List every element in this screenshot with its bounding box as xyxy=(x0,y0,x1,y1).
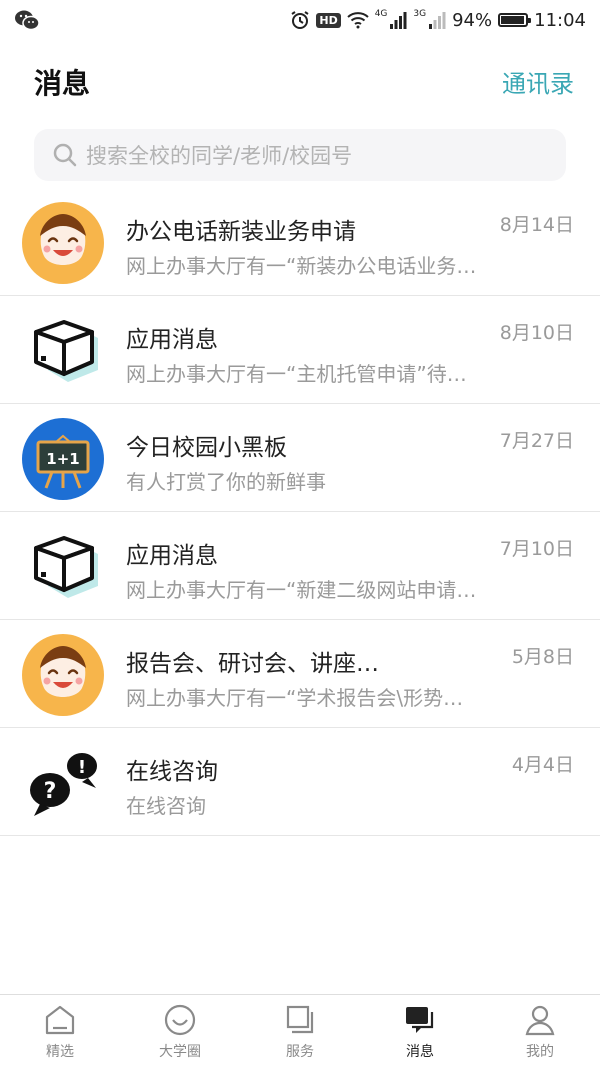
home-icon xyxy=(43,1003,77,1037)
nav-tab-message[interactable]: 消息 xyxy=(360,995,480,1067)
nav-tab-home[interactable]: 精选 xyxy=(0,995,120,1067)
network-type-4g: 4G xyxy=(374,9,388,19)
smiley-face-icon xyxy=(22,634,104,716)
message-item[interactable]: 报告会、研讨会、讲座… 网上办事大厅有一“学术报告会\形势报告会” 5月8日 xyxy=(0,620,600,728)
message-preview: 网上办事大厅有一“学术报告会\形势报告会” xyxy=(126,686,481,710)
battery-percent: 94% xyxy=(452,9,493,31)
nav-label: 我的 xyxy=(526,1044,554,1060)
wifi-icon xyxy=(347,12,369,29)
smile-circle-icon xyxy=(163,1003,197,1037)
bottom-nav: 精选 大学圈 服务 消息 我的 xyxy=(0,994,600,1067)
nav-label: 服务 xyxy=(286,1044,314,1060)
message-title: 办公电话新装业务申请 xyxy=(126,219,356,245)
smiley-face-icon xyxy=(22,202,104,284)
layers-icon xyxy=(283,1003,317,1037)
message-item[interactable]: 应用消息网上办事大厅有一“新建二级网站申请”待办 7月10日 xyxy=(0,512,600,620)
message-date: 8月14日 xyxy=(499,214,574,236)
status-bar: HD 4G 3G 94% 11:04 xyxy=(0,0,600,40)
network-type-3g: 3G xyxy=(413,9,427,19)
message-title: 应用消息 xyxy=(126,543,218,569)
page-title: 消息 xyxy=(34,67,91,100)
svg-text:1+1: 1+1 xyxy=(46,450,79,468)
message-item[interactable]: 应用消息网上办事大厅有一“主机托管申请”待办事项 8月10日 xyxy=(0,296,600,404)
battery-icon xyxy=(498,13,532,27)
message-item[interactable]: 办公电话新装业务申请网上办事大厅有一“新装办公电话业务申请” 8月14日 xyxy=(0,188,600,296)
alarm-icon xyxy=(291,11,309,29)
message-preview: 网上办事大厅有一“新建二级网站申请”待办 xyxy=(126,578,481,602)
contacts-link[interactable]: 通讯录 xyxy=(502,64,574,99)
svg-text:!: ! xyxy=(78,757,86,778)
blackboard-icon: 1+1 xyxy=(22,418,104,500)
battery-fill xyxy=(501,16,524,24)
message-date: 8月10日 xyxy=(499,322,574,344)
signal-icon-2 xyxy=(429,12,446,29)
signal-icon xyxy=(390,12,407,29)
message-title: 报告会、研讨会、讲座… xyxy=(126,651,379,677)
message-preview: 有人打赏了你的新鲜事 xyxy=(126,470,326,494)
header: 消息 通讯录 xyxy=(0,40,600,124)
nav-tab-person[interactable]: 我的 xyxy=(480,995,600,1067)
message-title: 在线咨询 xyxy=(126,759,218,785)
search-input[interactable] xyxy=(84,135,558,177)
nav-tab-smile-circle[interactable]: 大学圈 xyxy=(120,995,240,1067)
nav-label: 大学圈 xyxy=(159,1044,201,1060)
nav-label: 精选 xyxy=(46,1044,74,1060)
chat-bubbles-icon: ? ! xyxy=(22,742,104,824)
search-icon xyxy=(53,143,77,167)
message-item[interactable]: ? ! 在线咨询 在线咨询 4月4日 xyxy=(0,728,600,836)
hd-badge: HD xyxy=(316,12,341,28)
message-preview: 网上办事大厅有一“新装办公电话业务申请” xyxy=(126,254,481,278)
message-date: 4月4日 xyxy=(511,754,574,776)
message-title: 应用消息 xyxy=(126,327,218,353)
message-preview: 网上办事大厅有一“主机托管申请”待办事项 xyxy=(126,362,481,386)
message-date: 7月27日 xyxy=(499,430,574,452)
wechat-icon xyxy=(15,10,40,31)
message-list: 办公电话新装业务申请网上办事大厅有一“新装办公电话业务申请” 8月14日 应用消息… xyxy=(0,188,600,836)
message-title: 今日校园小黑板 xyxy=(126,435,287,461)
nav-label: 消息 xyxy=(406,1044,434,1060)
box-icon xyxy=(22,310,104,392)
svg-text:?: ? xyxy=(44,779,57,804)
box-icon xyxy=(22,526,104,608)
nav-tab-layers[interactable]: 服务 xyxy=(240,995,360,1067)
message-date: 5月8日 xyxy=(511,646,574,668)
person-icon xyxy=(523,1003,557,1037)
message-item[interactable]: 1+1 今日校园小黑板有人打赏了你的新鲜事 7月27日 xyxy=(0,404,600,512)
clock-time: 11:04 xyxy=(534,9,586,31)
message-preview: 在线咨询 xyxy=(126,794,206,818)
search-box[interactable] xyxy=(34,129,566,181)
message-date: 7月10日 xyxy=(499,538,574,560)
message-icon xyxy=(403,1003,437,1037)
